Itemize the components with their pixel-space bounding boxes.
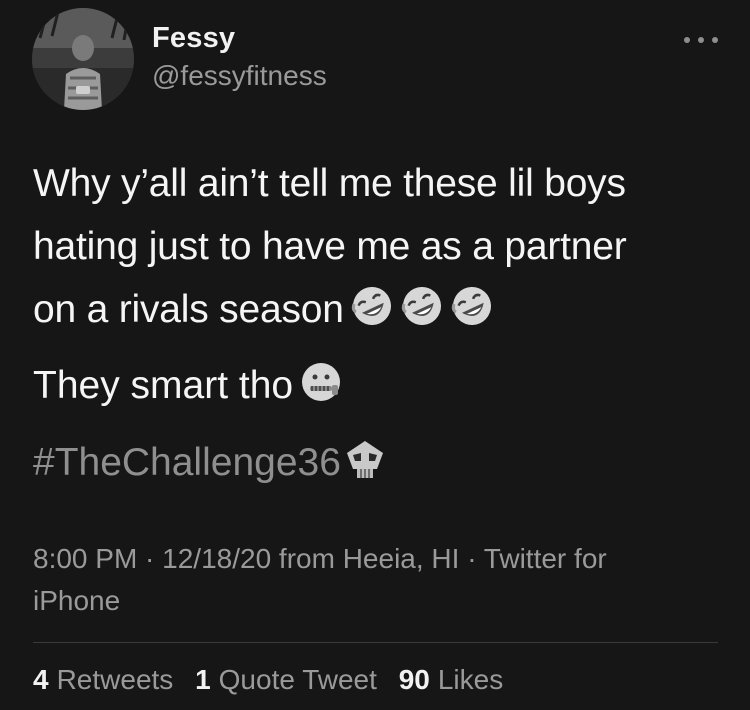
skull-emoji-icon: [343, 437, 387, 481]
tweet-line: hating just to have me as a partner: [33, 225, 627, 268]
divider: [33, 642, 718, 643]
tweet-second-paragraph: They smart tho: [33, 356, 343, 416]
tweet-line: on a rivals season: [33, 278, 723, 341]
retweets-stat[interactable]: 4 Retweets: [33, 664, 173, 695]
quote-tweets-stat[interactable]: 1 Quote Tweet: [195, 664, 377, 695]
likes-count: 90: [398, 664, 430, 695]
avatar-photo: [32, 8, 134, 110]
quote-tweets-label: Quote Tweet: [218, 664, 377, 695]
quote-tweets-count: 1: [195, 664, 211, 695]
zipper-mouth-emoji-icon: [299, 360, 343, 404]
tweet-text: Why y’all ain’t tell me these lil boys h…: [33, 152, 723, 341]
rofl-emoji-icon: [400, 284, 444, 328]
rofl-emoji-icon: [350, 284, 394, 328]
user-handle[interactable]: @fessyfitness: [152, 60, 327, 92]
more-options-icon[interactable]: [684, 28, 718, 52]
engagement-stats: 4 Retweets 1 Quote Tweet 90 Likes: [33, 664, 517, 696]
retweets-count: 4: [33, 664, 49, 695]
rofl-emoji-icon: [450, 284, 494, 328]
hashtag-link[interactable]: #TheChallenge36: [33, 433, 387, 493]
second-paragraph-text: They smart tho: [33, 364, 294, 407]
tweet-metadata: 8:00 PM · 12/18/20 from Heeia, HI · Twit…: [33, 543, 607, 616]
likes-label: Likes: [437, 664, 504, 695]
tweet-detail: Fessy @fessyfitness Why y’all ain’t tell…: [0, 0, 750, 710]
hashtag-text[interactable]: #TheChallenge36: [33, 441, 341, 484]
retweets-label: Retweets: [56, 664, 174, 695]
tweet-line: Why y’all ain’t tell me these lil boys: [33, 162, 626, 205]
tweet-line-text: on a rivals season: [33, 288, 344, 331]
avatar[interactable]: [32, 8, 134, 110]
display-name[interactable]: Fessy: [152, 22, 235, 55]
likes-stat[interactable]: 90 Likes: [399, 664, 504, 695]
